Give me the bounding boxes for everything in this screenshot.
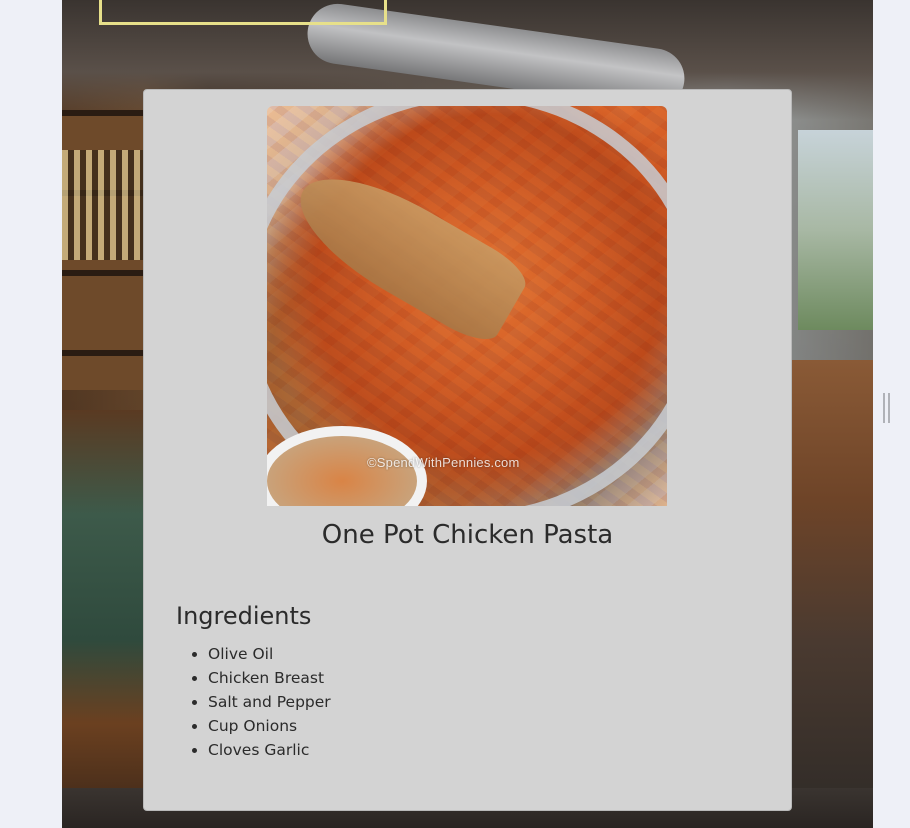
ingredient-item: Salt and Pepper [208,690,331,714]
neon-sign-outline [99,0,387,25]
bottles [62,150,147,260]
window [798,130,873,330]
dining-tables [788,360,873,828]
ingredient-item: Cup Onions [208,714,331,738]
image-watermark: ©SpendWithPennies.com [367,455,520,470]
bar-counter [62,410,147,828]
ingredient-item: Olive Oil [208,642,331,666]
ingredient-item: Cloves Garlic [208,738,331,762]
recipe-card: ©SpendWithPennies.com One Pot Chicken Pa… [143,89,792,811]
scrollbar-handle[interactable] [883,393,890,423]
recipe-image: ©SpendWithPennies.com [267,106,667,506]
ingredient-item: Chicken Breast [208,666,331,690]
recipe-title: One Pot Chicken Pasta [321,520,614,550]
ingredients-list: Olive Oil Chicken Breast Salt and Pepper… [176,642,331,762]
ingredients-heading: Ingredients [176,602,312,630]
page: ©SpendWithPennies.com One Pot Chicken Pa… [0,0,910,828]
